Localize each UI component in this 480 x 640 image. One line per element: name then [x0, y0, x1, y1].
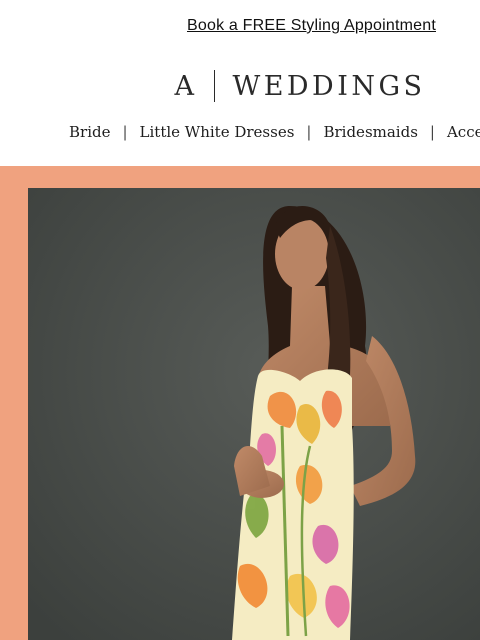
logo-letter: A — [174, 70, 195, 102]
promo-banner: Book a FREE Styling Appointment — [0, 0, 480, 52]
nav-item-little-white-dresses[interactable]: Little White Dresses — [140, 123, 295, 141]
logo-divider — [213, 70, 216, 102]
hero-image[interactable] — [0, 166, 480, 640]
nav-item-accessories[interactable]: Acces — [447, 123, 480, 141]
nav-item-bridesmaids[interactable]: Bridesmaids — [323, 123, 417, 141]
nav-separator: | — [429, 123, 435, 141]
brand-logo[interactable]: A WEDDINGS — [0, 68, 480, 104]
nav-item-bride[interactable]: Bride — [69, 123, 110, 141]
model-in-floral-dress-photo-icon — [0, 166, 480, 640]
book-styling-appointment-link[interactable]: Book a FREE Styling Appointment — [187, 17, 436, 35]
nav-separator: | — [122, 123, 128, 141]
nav-separator: | — [306, 123, 312, 141]
category-nav: Bride | Little White Dresses | Bridesmai… — [69, 118, 480, 146]
logo-wordmark: WEDDINGS — [232, 70, 426, 102]
